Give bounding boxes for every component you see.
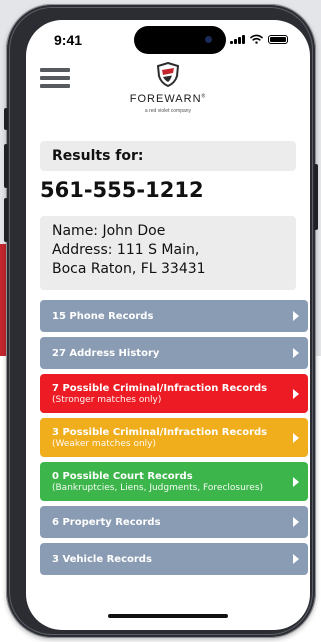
searched-phone-number: 561-555-1212 [40, 178, 204, 202]
power-button [314, 164, 318, 230]
battery-icon [268, 35, 288, 44]
dynamic-island [134, 26, 226, 54]
chevron-right-icon [293, 476, 299, 487]
record-court-records[interactable]: 0 Possible Court Records (Bankruptcies, … [40, 462, 308, 501]
hamburger-icon[interactable] [40, 68, 70, 88]
record-title: 3 Vehicle Records [52, 553, 152, 565]
record-subtitle: (Weaker matches only) [52, 438, 157, 449]
camera-dot [205, 36, 212, 43]
phone-screen: 9:41 FOREWARN® a red violet company Resu… [26, 20, 310, 630]
record-criminal-weaker[interactable]: 3 Possible Criminal/Infraction Records (… [40, 418, 308, 457]
record-title: 15 Phone Records [52, 310, 154, 322]
record-vehicle-records[interactable]: 3 Vehicle Records [40, 543, 308, 575]
contact-info-box: Name: John Doe Address: 111 S Main, Boca… [40, 216, 296, 290]
mute-switch [4, 108, 8, 130]
logo-tagline: a red violet company [144, 108, 192, 114]
phone-frame: 9:41 FOREWARN® a red violet company Resu… [4, 4, 318, 638]
record-phone-records[interactable]: 15 Phone Records [40, 300, 308, 332]
record-address-history[interactable]: 27 Address History [40, 337, 308, 369]
record-list: 15 Phone Records 27 Address History 7 Po… [40, 300, 308, 580]
logo-wordmark: FOREWARN® [129, 93, 207, 105]
contact-name: Name: John Doe [52, 223, 166, 239]
status-time: 9:41 [54, 32, 83, 48]
record-title: 7 Possible Criminal/Infraction Records [52, 382, 268, 394]
record-title: 3 Possible Criminal/Infraction Records [52, 426, 268, 438]
record-criminal-stronger[interactable]: 7 Possible Criminal/Infraction Records (… [40, 374, 308, 413]
record-subtitle: (Bankruptcies, Liens, Judgments, Foreclo… [52, 482, 264, 493]
record-title: 27 Address History [52, 347, 160, 359]
volume-down-button [4, 198, 8, 242]
cellular-signal-icon [230, 35, 245, 44]
shield-logo-icon [156, 61, 180, 88]
results-heading: Results for: [40, 141, 296, 171]
record-title: 0 Possible Court Records [52, 470, 193, 482]
chevron-right-icon [293, 388, 299, 399]
status-icons [230, 34, 288, 44]
volume-up-button [4, 144, 8, 188]
chevron-right-icon [293, 432, 299, 443]
chevron-right-icon [293, 554, 299, 564]
wifi-icon [250, 34, 263, 44]
record-title: 6 Property Records [52, 516, 161, 528]
contact-address-line1: Address: 111 S Main, [52, 242, 200, 258]
chevron-right-icon [293, 517, 299, 527]
record-property-records[interactable]: 6 Property Records [40, 506, 308, 538]
record-subtitle: (Stronger matches only) [52, 394, 162, 405]
chevron-right-icon [293, 311, 299, 321]
forewarn-logo: FOREWARN® a red violet company [118, 61, 218, 114]
contact-address-line2: Boca Raton, FL 33431 [52, 261, 206, 277]
chevron-right-icon [293, 348, 299, 358]
home-indicator[interactable] [108, 614, 228, 618]
